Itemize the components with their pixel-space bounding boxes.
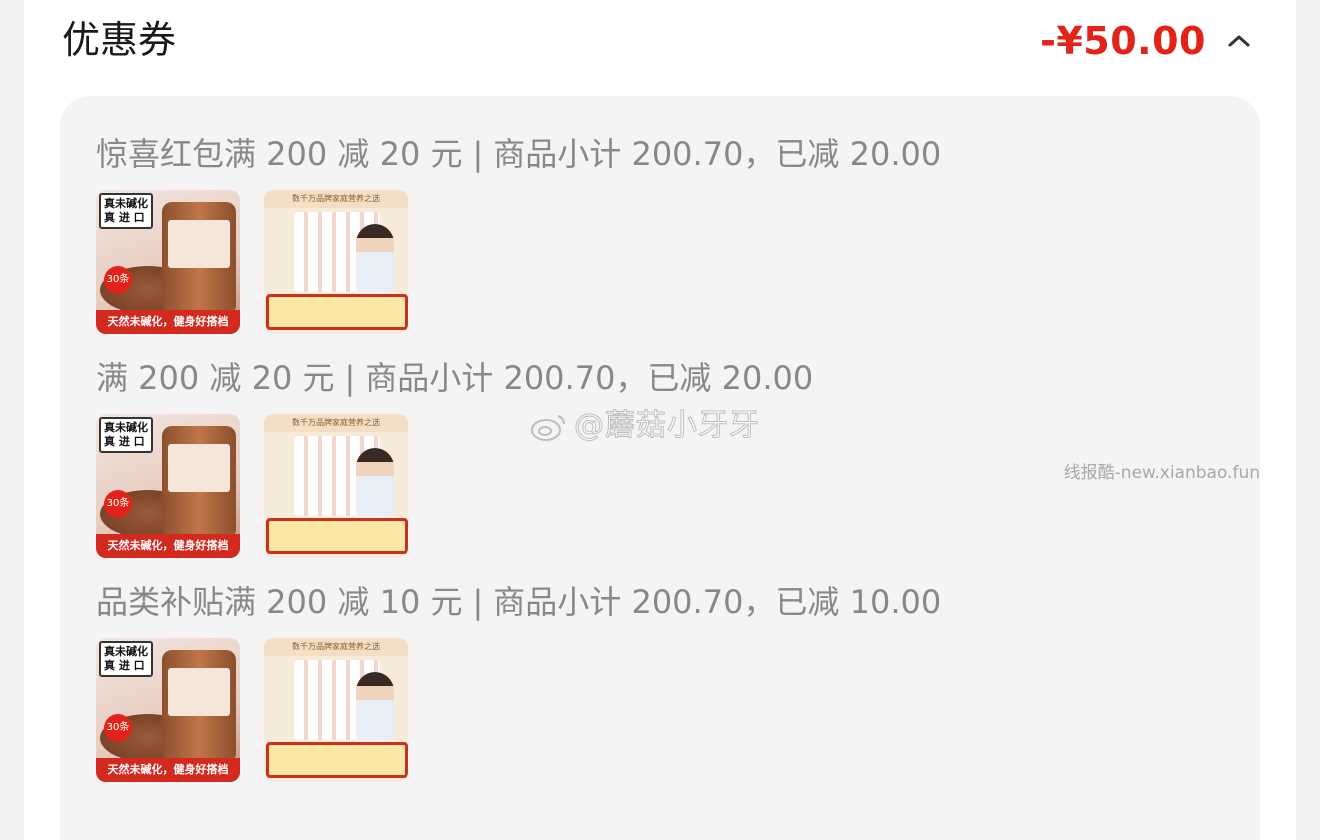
coupon-group: 惊喜红包满 200 减 20 元 | 商品小计 200.70，已减 20.00 真未… <box>96 132 941 334</box>
import-tag: 真未碱化 真 进 口 <box>99 641 153 677</box>
divider: | <box>344 359 356 397</box>
coupon-group-title: 满 200 减 20 元 | 商品小计 200.70，已减 20.00 <box>96 356 813 400</box>
spokesperson-image <box>356 224 394 294</box>
watermark-text: @蘑菇小牙牙 <box>574 408 760 444</box>
product-info-box <box>266 742 408 778</box>
count-badge: 30条 <box>104 266 132 294</box>
product-thumbnail-milk[interactable]: 数千万品牌家庭营养之选 <box>264 638 408 782</box>
coupon-group: 品类补贴满 200 减 10 元 | 商品小计 200.70，已减 10.00 真未… <box>96 580 941 782</box>
chevron-up-icon[interactable] <box>1222 24 1256 58</box>
coupon-header[interactable]: 优惠券 -¥50.00 <box>62 14 1256 68</box>
jar-label <box>168 220 230 268</box>
product-banner: 数千万品牌家庭营养之选 <box>264 414 408 432</box>
coupon-group-title: 惊喜红包满 200 减 20 元 | 商品小计 200.70，已减 20.00 <box>96 132 941 176</box>
product-slogan: 天然未碱化，健身好搭档 <box>96 758 240 782</box>
import-tag: 真未碱化 真 进 口 <box>99 417 153 453</box>
coupon-group: 满 200 减 20 元 | 商品小计 200.70，已减 20.00 真未碱化 真… <box>96 356 813 558</box>
product-thumbnail-milk[interactable]: 数千万品牌家庭营养之选 <box>264 414 408 558</box>
product-thumbnail-cocoa[interactable]: 真未碱化 真 进 口 30条 天然未碱化，健身好搭档 <box>96 638 240 782</box>
coupon-subtotal: 商品小计 200.70，已减 20.00 <box>493 135 942 173</box>
weibo-watermark: @蘑菇小牙牙 <box>530 400 760 444</box>
coupon-subtotal: 商品小计 200.70，已减 20.00 <box>365 359 814 397</box>
product-thumbnail-milk[interactable]: 数千万品牌家庭营养之选 <box>264 190 408 334</box>
product-slogan: 天然未碱化，健身好搭档 <box>96 534 240 558</box>
coupon-rule: 品类补贴满 200 减 10 元 <box>96 583 463 621</box>
product-thumbnail-cocoa[interactable]: 真未碱化 真 进 口 30条 天然未碱化，健身好搭档 <box>96 190 240 334</box>
count-badge: 30条 <box>104 714 132 742</box>
product-slogan: 天然未碱化，健身好搭档 <box>96 310 240 334</box>
count-badge: 30条 <box>104 490 132 518</box>
divider: | <box>472 583 484 621</box>
jar-label <box>168 668 230 716</box>
jar-label <box>168 444 230 492</box>
coupon-subtotal: 商品小计 200.70，已减 10.00 <box>493 583 942 621</box>
coupon-group-title: 品类补贴满 200 减 10 元 | 商品小计 200.70，已减 10.00 <box>96 580 941 624</box>
product-thumbnail-cocoa[interactable]: 真未碱化 真 进 口 30条 天然未碱化，健身好搭档 <box>96 414 240 558</box>
product-info-box <box>266 518 408 554</box>
coupon-rule: 惊喜红包满 200 减 20 元 <box>96 135 463 173</box>
coupon-discount-amount: -¥50.00 <box>1040 19 1206 63</box>
product-banner: 数千万品牌家庭营养之选 <box>264 190 408 208</box>
coupon-title: 优惠券 <box>62 18 177 62</box>
spokesperson-image <box>356 672 394 742</box>
product-info-box <box>266 294 408 330</box>
import-tag: 真未碱化 真 进 口 <box>99 193 153 229</box>
weibo-icon <box>531 414 565 441</box>
site-watermark: 线报酷-new.xianbao.fun <box>1063 463 1260 483</box>
divider: | <box>472 135 484 173</box>
product-banner: 数千万品牌家庭营养之选 <box>264 638 408 656</box>
coupon-rule: 满 200 减 20 元 <box>96 359 335 397</box>
spokesperson-image <box>356 448 394 518</box>
